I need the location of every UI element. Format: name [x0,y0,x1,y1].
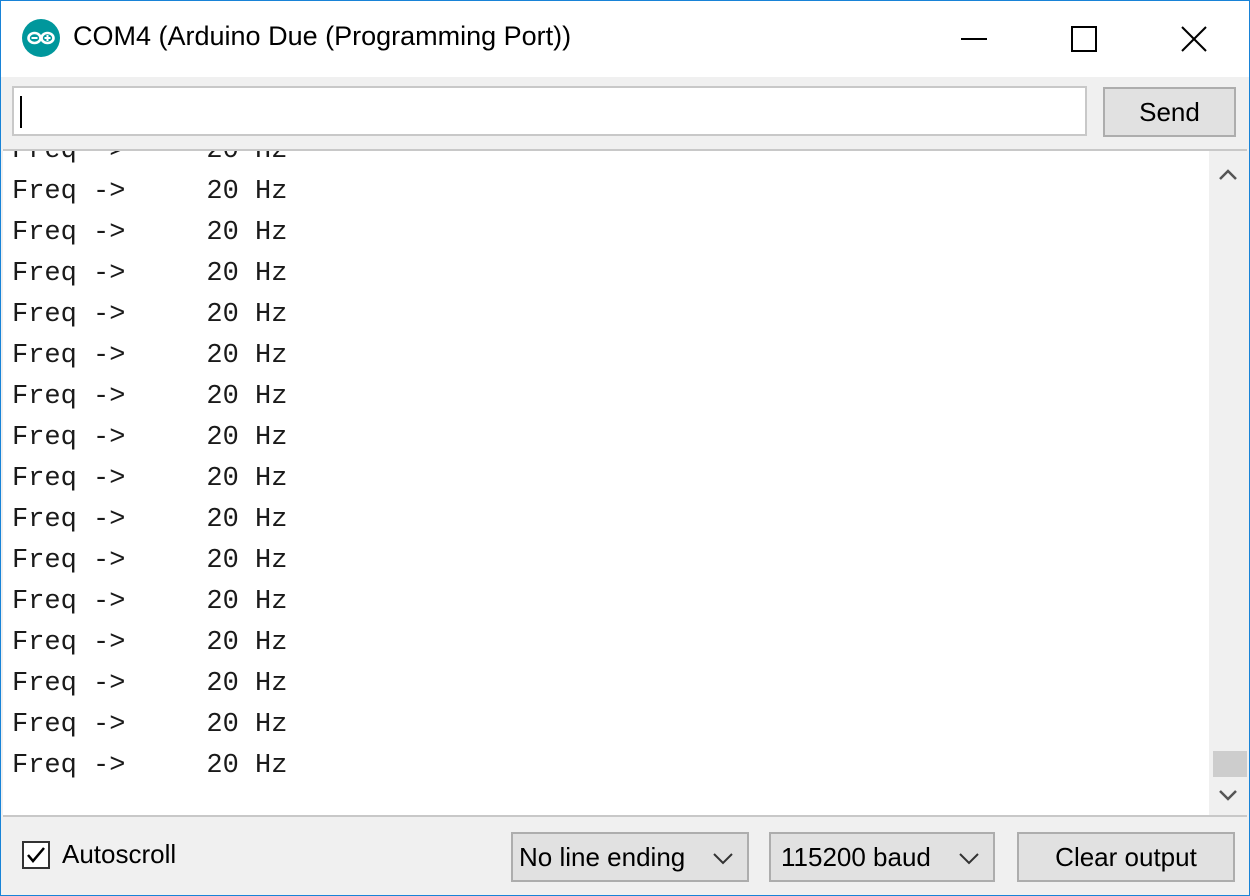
text-caret [20,96,22,128]
chevron-up-icon [1219,169,1237,180]
serial-monitor-window: COM4 (Arduino Due (Programming Port)) Se… [0,0,1250,896]
output-line: Freq -> 20 Hz [12,669,288,699]
minimize-button[interactable] [919,1,1029,77]
output-line: Freq -> 20 Hz [12,149,288,166]
scroll-up-button[interactable] [1209,155,1247,195]
scroll-thumb[interactable] [1213,751,1247,777]
output-line: Freq -> 20 Hz [12,259,288,289]
output-line: Freq -> 20 Hz [12,587,288,617]
arduino-logo-icon [22,19,60,57]
maximize-button[interactable] [1029,1,1139,77]
maximize-icon [1071,26,1097,52]
output-line: Freq -> 20 Hz [12,218,288,248]
output-line: Freq -> 20 Hz [12,546,288,576]
line-ending-select[interactable]: No line ending [511,832,749,882]
serial-output[interactable]: Freq -> 20 Hz Freq -> 20 Hz Freq -> 20 H… [3,149,1247,817]
close-icon [1181,26,1207,52]
chevron-down-icon [959,853,979,865]
window-title: COM4 (Arduino Due (Programming Port)) [73,21,572,51]
output-lines: Freq -> 20 Hz Freq -> 20 Hz Freq -> 20 H… [12,149,288,787]
chevron-down-icon [1219,790,1237,801]
minimize-icon [961,38,987,40]
output-line: Freq -> 20 Hz [12,751,288,781]
output-line: Freq -> 20 Hz [12,710,288,740]
output-line: Freq -> 20 Hz [12,423,288,453]
output-line: Freq -> 20 Hz [12,177,288,207]
autoscroll-label: Autoscroll [62,839,177,869]
title-bar[interactable]: COM4 (Arduino Due (Programming Port)) [1,1,1249,77]
clear-output-button[interactable]: Clear output [1017,832,1235,882]
baud-rate-value: 115200 baud [781,841,931,872]
send-button[interactable]: Send [1103,87,1236,137]
autoscroll-checkbox[interactable] [22,840,50,869]
output-line: Freq -> 20 Hz [12,628,288,658]
output-line: Freq -> 20 Hz [12,382,288,412]
baud-rate-select[interactable]: 115200 baud [769,832,995,882]
close-button[interactable] [1139,1,1249,77]
autoscroll-toggle[interactable]: Autoscroll [22,839,176,870]
serial-input[interactable] [12,86,1087,136]
scroll-down-button[interactable] [1209,775,1247,815]
checkmark-icon [27,846,45,863]
output-line: Freq -> 20 Hz [12,505,288,535]
output-line: Freq -> 20 Hz [12,300,288,330]
output-line: Freq -> 20 Hz [12,464,288,494]
vertical-scrollbar[interactable] [1209,151,1247,815]
line-ending-value: No line ending [519,841,686,872]
chevron-down-icon [713,853,733,865]
output-line: Freq -> 20 Hz [12,341,288,371]
